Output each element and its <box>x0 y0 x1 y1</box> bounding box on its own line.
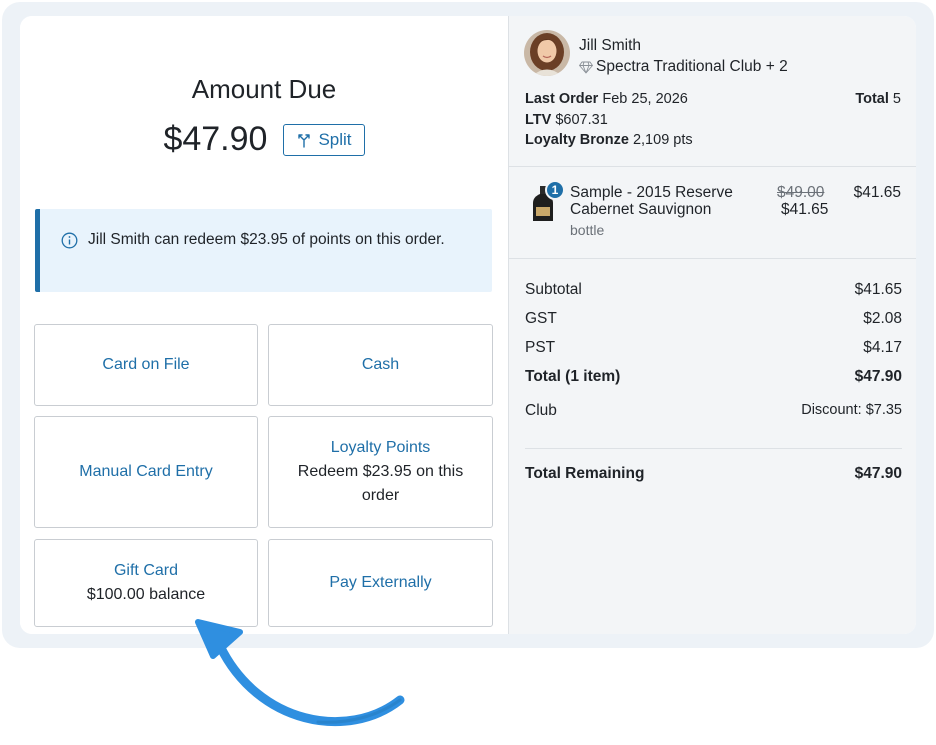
cash-button[interactable]: Cash <box>268 324 493 406</box>
method-sublabel: Redeem $23.95 on this order <box>297 463 464 504</box>
customer-club: Spectra Traditional Club + 2 <box>579 58 788 76</box>
row-label: Total (1 item) <box>525 368 621 385</box>
diamond-icon <box>579 61 593 73</box>
loyalty-stat: Loyalty Bronze 2,109 pts <box>525 132 693 148</box>
item-unit: bottle <box>570 222 605 238</box>
curved-arrow-icon <box>195 619 405 726</box>
card-on-file-button[interactable]: Card on File <box>34 324 258 406</box>
stat-label: Loyalty Bronze <box>525 132 629 148</box>
ltv-stat: LTV $607.31 <box>525 112 608 128</box>
item-discounted-price: $41.65 <box>781 201 829 218</box>
item-line-total: $41.65 <box>853 184 901 201</box>
total-remaining-row: Total Remaining $47.90 <box>525 465 902 483</box>
club-name: Spectra Traditional Club + 2 <box>596 58 788 75</box>
last-order-stat: Last Order Feb 25, 2026 <box>525 91 688 107</box>
row-label: GST <box>525 310 557 327</box>
method-label: Card on File <box>102 356 190 373</box>
avatar-image <box>524 30 570 76</box>
loyalty-info-banner: Jill Smith can redeem $23.95 of points o… <box>35 209 492 292</box>
customer-name[interactable]: Jill Smith <box>579 37 641 55</box>
amount-row: $47.90 Split <box>20 120 508 159</box>
club-discount-row: Club Discount: $7.35 <box>525 402 902 420</box>
row-value: $2.08 <box>863 310 902 327</box>
total-orders-stat: Total 5 <box>855 91 901 107</box>
stat-label: Last Order <box>525 91 599 107</box>
method-label: Manual Card Entry <box>79 463 213 480</box>
row-label: Total Remaining <box>525 465 645 482</box>
item-name[interactable]: Sample - 2015 Reserve Cabernet Sauvignon <box>570 184 770 218</box>
manual-card-entry-button[interactable]: Manual Card Entry <box>34 416 258 528</box>
order-summary-pane: Jill Smith Spectra Traditional Club + 2 … <box>508 16 916 634</box>
loyalty-points-button[interactable]: Loyalty Points Redeem $23.95 on this ord… <box>268 416 493 528</box>
info-icon <box>61 232 78 249</box>
gst-row: GST $2.08 <box>525 310 902 328</box>
stat-label: Total <box>855 91 889 107</box>
method-label: Cash <box>361 356 400 373</box>
method-label: Loyalty Points <box>330 439 431 456</box>
method-sublabel: $100.00 balance <box>86 586 206 603</box>
row-value: $47.90 <box>854 368 902 385</box>
divider <box>509 258 916 259</box>
subtotal-row: Subtotal $41.65 <box>525 281 902 299</box>
payment-pane: Amount Due $47.90 Split Jill Smith can r… <box>20 16 508 634</box>
row-value: Discount: $7.35 <box>801 402 902 418</box>
pst-row: PST $4.17 <box>525 339 902 357</box>
method-label: Pay Externally <box>329 574 432 591</box>
quantity-badge: 1 <box>545 180 565 200</box>
checkout-panel: Amount Due $47.90 Split Jill Smith can r… <box>20 16 916 634</box>
row-value: $47.90 <box>854 465 902 482</box>
method-label: Gift Card <box>113 562 178 579</box>
customer-avatar[interactable] <box>524 30 570 76</box>
total-row: Total (1 item) $47.90 <box>525 368 902 386</box>
divider <box>525 448 902 449</box>
row-value: $4.17 <box>863 339 902 356</box>
row-value: $41.65 <box>854 281 902 298</box>
split-button[interactable]: Split <box>283 123 365 156</box>
stat-label: LTV <box>525 112 552 128</box>
amount-due-title: Amount Due <box>191 74 337 104</box>
info-message: Jill Smith can redeem $23.95 of points o… <box>88 231 445 248</box>
amount-due-value: $47.90 <box>163 120 268 158</box>
split-icon <box>298 133 311 148</box>
divider <box>509 166 916 167</box>
stat-value: 5 <box>892 91 901 107</box>
item-original-price: $49.00 <box>777 184 825 201</box>
stat-value: $607.31 <box>555 112 608 128</box>
row-label: Subtotal <box>525 281 582 298</box>
stat-value: Feb 25, 2026 <box>602 91 688 107</box>
row-label: Club <box>525 402 557 419</box>
row-label: PST <box>525 339 556 356</box>
stat-value: 2,109 pts <box>632 132 693 148</box>
split-label: Split <box>318 129 352 149</box>
